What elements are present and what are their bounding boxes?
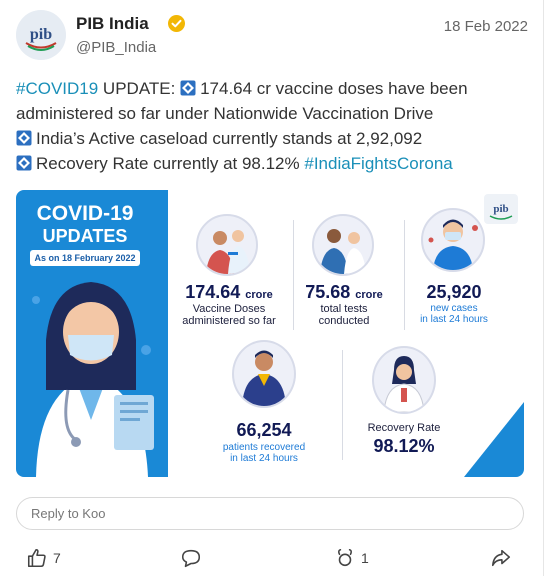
- recovered-illustration: [232, 340, 296, 408]
- recovery-rate-label: Recovery Rate: [367, 422, 441, 434]
- recovery-rate-illustration: [372, 346, 436, 414]
- thumbs-up-icon: [27, 548, 46, 568]
- rekoo-count: 1: [361, 550, 369, 566]
- share-button[interactable]: [490, 546, 512, 570]
- avatar-logo-text: pib: [30, 26, 52, 43]
- corner-decoration: [464, 402, 524, 477]
- covid-update-infographic[interactable]: COVID-19 UPDATES As on 18 February 2022 …: [16, 190, 524, 477]
- vaccine-doses-value: 174.64 crore: [185, 282, 273, 302]
- vaccine-doses-label: Vaccine Doses administered so far: [182, 303, 276, 327]
- post-body: #COVID19 UPDATE: 174.64 cr vaccine doses…: [16, 76, 528, 176]
- share-icon: [491, 549, 511, 567]
- new-cases-label: new cases in last 24 hours: [420, 303, 488, 325]
- post-line-3: India’s Active caseload currently stands…: [16, 126, 528, 151]
- like-count: 7: [53, 550, 61, 566]
- new-cases-value: 25,920: [426, 282, 482, 302]
- recovery-rate-value: 98.12%: [373, 436, 435, 456]
- infographic-as-on-date: As on 18 February 2022: [30, 250, 140, 266]
- reply-input[interactable]: Reply to Koo: [16, 497, 524, 530]
- rekoo-button[interactable]: 1: [334, 546, 369, 570]
- comment-button[interactable]: [180, 546, 202, 570]
- pib-logo-icon: pib: [484, 194, 518, 224]
- infographic-subtitle: UPDATES: [42, 226, 128, 246]
- post-actions-bar: 7 1: [0, 540, 544, 576]
- infographic-left-panel: COVID-19 UPDATES As on 18 February 2022: [16, 190, 168, 477]
- vaccine-stat-text: 174.64 cr vaccine doses have been: [200, 79, 468, 98]
- vaccine-illustration: [196, 214, 258, 276]
- diamond-icon: [16, 130, 32, 146]
- card-right-border: [543, 0, 544, 576]
- stat-divider: [342, 350, 343, 460]
- post-date: 18 Feb 2022: [443, 18, 528, 35]
- post-line-2: administered so far under Nationwide Vac…: [16, 104, 434, 123]
- patients-recovered-label: patients recovered in last 24 hours: [222, 442, 306, 464]
- total-tests-value: 75.68 crore: [305, 282, 383, 302]
- rekoo-icon: [337, 548, 353, 567]
- recovery-rate-text: Recovery Rate currently at 98.12%: [36, 154, 305, 173]
- like-button[interactable]: 7: [26, 546, 61, 570]
- diamond-icon: [180, 80, 196, 96]
- koo-post-card: pib PIB India @PIB_India 18 Feb 2022 #CO…: [0, 0, 544, 576]
- author-handle[interactable]: @PIB_India: [76, 39, 156, 56]
- verified-badge-icon: [168, 15, 185, 32]
- author-avatar[interactable]: pib: [16, 10, 66, 60]
- post-header: pib PIB India @PIB_India 18 Feb 2022: [16, 10, 528, 64]
- svg-text:pib: pib: [493, 203, 508, 215]
- diamond-icon: [16, 155, 32, 171]
- comment-icon: [181, 549, 201, 568]
- post-line-4: Recovery Rate currently at 98.12% #India…: [16, 151, 528, 176]
- caseload-text: India’s Active caseload currently stands…: [36, 129, 423, 148]
- new-cases-illustration: [421, 208, 485, 272]
- update-label: UPDATE:: [98, 79, 181, 98]
- hashtag-covid19[interactable]: #COVID19: [16, 79, 98, 98]
- post-line-1: #COVID19 UPDATE: 174.64 cr vaccine doses…: [16, 76, 528, 101]
- hashtag-indiafightscorona[interactable]: #IndiaFightsCorona: [304, 154, 452, 173]
- tests-illustration: [312, 214, 374, 276]
- patients-recovered-value: 66,254: [236, 420, 292, 440]
- author-name[interactable]: PIB India: [76, 14, 149, 34]
- total-tests-label: total tests conducted: [318, 303, 370, 327]
- infographic-title: COVID-19: [36, 202, 134, 225]
